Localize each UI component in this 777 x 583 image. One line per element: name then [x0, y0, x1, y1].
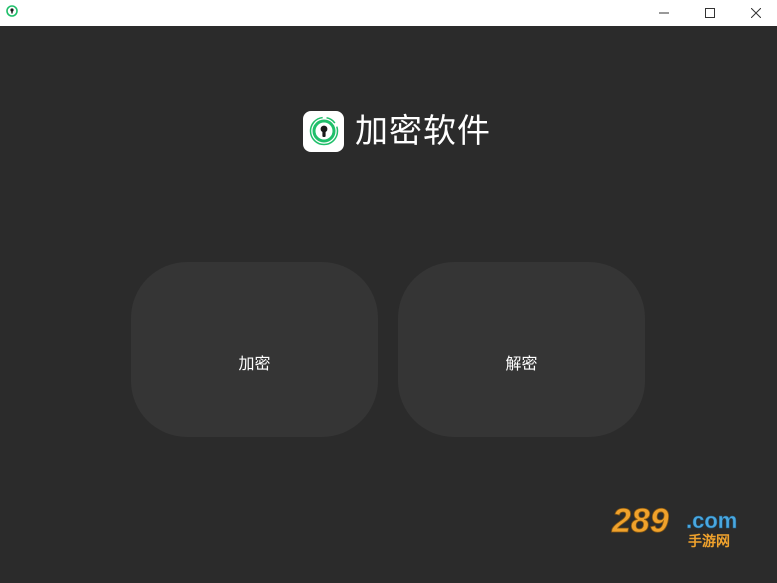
watermark-logo: 289 .com 手游网 [611, 502, 738, 550]
maximize-icon [705, 8, 715, 18]
app-window: 加密软件 加密 解密 289 .com 手游网 [0, 0, 777, 583]
watermark-brand: 289 [611, 502, 669, 540]
encrypt-button-label: 加密 [238, 354, 271, 373]
keyhole-icon [309, 116, 338, 146]
minimize-button[interactable] [641, 0, 687, 26]
keyhole-icon [6, 5, 18, 17]
decrypt-button[interactable]: 解密 [398, 262, 645, 437]
app-logo [303, 110, 344, 152]
maximize-button[interactable] [687, 0, 733, 26]
close-icon [751, 8, 761, 18]
app-title: 加密软件 [355, 111, 491, 150]
app-header: 加密软件 [303, 110, 491, 152]
decrypt-button-label: 解密 [505, 354, 538, 373]
close-button[interactable] [733, 0, 777, 26]
watermark-subtitle: 手游网 [688, 533, 730, 550]
watermark-domain: .com [686, 508, 737, 533]
minimize-icon [659, 12, 669, 14]
encrypt-button[interactable]: 加密 [131, 262, 378, 437]
title-bar[interactable] [0, 0, 777, 26]
